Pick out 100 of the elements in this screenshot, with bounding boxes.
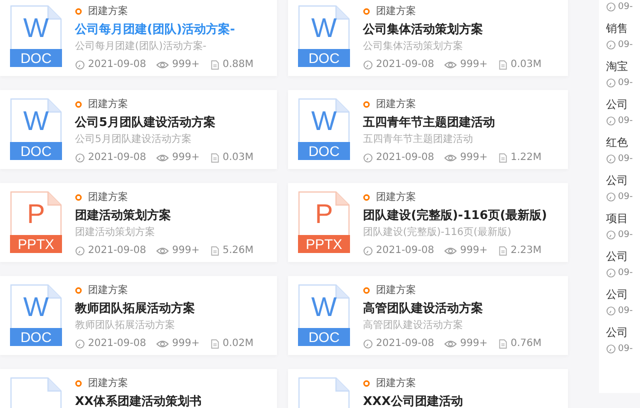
document-card[interactable]: P PPTX 团建方案 团队建设(完整版)-116页(最新版) 团队建设(完整版)-116页(最新版) 2021-09-08 999+ 2.23M [288,183,568,262]
ring-icon [363,380,370,386]
document-title[interactable]: 公司集体活动策划方案 [363,22,552,37]
eye-icon [156,246,170,256]
file-icon [210,338,220,348]
category-label[interactable]: 团建方案 [376,190,416,204]
ring-icon [75,194,82,200]
document-title[interactable]: 公司5月团队建设活动方案 [75,115,264,130]
document-card[interactable]: 团建方案 XXX公司团建活动 [288,369,568,408]
clock-icon [75,246,85,256]
file-type-letter: P [26,200,46,228]
file-icon [210,152,220,162]
ring-icon [363,8,370,14]
clock-icon [606,268,616,278]
document-title[interactable]: 高管团队建设活动方案 [363,301,552,316]
file-icon [498,152,508,162]
ring-icon [363,286,370,294]
date-text: 09- [618,78,633,88]
document-description: 教师团队拓展活动方案 [75,319,176,332]
category-label[interactable]: 团建方案 [376,97,416,111]
file-type-letter: W [23,293,49,321]
clock-icon [606,78,616,88]
category-label[interactable]: 团建方案 [376,376,416,390]
clock-icon [606,192,616,202]
document-card[interactable]: W DOC 团建方案 公司每月团建(团队)活动方案- 公司每月团建(团队)活动方案- 2021-09-08 999+ 0.88M [0,0,277,76]
file-type-letter: W [23,107,49,135]
document-card[interactable]: W DOC 团建方案 五四青年节主题团建活动 五四青年节主题团建活动 2021-09-08 999+ 1.22M [288,90,568,169]
document-card[interactable]: W DOC 团建方案 公司5月团队建设活动方案 公司5月团队建设活动方案 2021-09-08 999+ 0.03M [0,90,277,169]
file-type-letter: W [311,14,337,42]
document-description: 五四青年节主题团建活动 [363,133,474,146]
file-icon [210,246,220,256]
document-title[interactable]: 团队建设(完整版)-116页(最新版) [363,208,552,223]
category-label[interactable]: 团建方案 [88,97,128,111]
file-size: 0.02M [222,338,254,349]
category-label[interactable]: 团建方案 [88,4,128,18]
document-title[interactable]: XX体系团建活动策划书 [75,394,202,408]
view-count: 999+ [172,338,200,349]
category-label[interactable]: 团建方案 [88,283,128,297]
date-text: 2021-09-08 [376,245,434,256]
view-count: 999+ [172,245,200,256]
document-title[interactable]: 团建活动策划方案 [75,208,264,223]
clock-icon [363,60,373,70]
file-size: 0.03M [222,152,254,163]
article-title[interactable]: 公司 [606,250,640,263]
ring-icon [75,380,82,386]
category-label[interactable]: 团建方案 [376,283,416,297]
file-type-label: DOC [10,142,62,160]
document-description: 公司每月团建(团队)活动方案- [75,40,208,53]
clock-icon [606,116,616,126]
article-title[interactable]: 公司 [606,98,640,111]
clock-icon [75,60,85,70]
article-title[interactable]: 销售 [606,22,640,35]
file-type-label: PPTX [298,235,350,253]
article-title[interactable]: 公司 [606,174,640,187]
date-text: 2021-09-08 [88,338,146,349]
eye-icon [156,152,170,162]
document-card[interactable]: P PPTX 团建方案 团建活动策划方案 团建活动策划方案 2021-09-08 999+ 5.26M [0,183,277,262]
article-title[interactable]: 淘宝 [606,60,640,73]
document-card[interactable]: W DOC 团建方案 教师团队拓展活动方案 教师团队拓展活动方案 2021-09-08 999+ 0.02M [0,276,277,355]
article-title[interactable]: 公司 [606,288,640,301]
document-description: 团队建设(完整版)-116页(最新版) [363,226,512,239]
file-size: 1.22M [510,152,542,163]
file-type-label: DOC [298,328,350,346]
clock-icon [606,344,616,354]
document-card[interactable]: W DOC 团建方案 高管团队建设活动方案 高管团队建设活动方案 2021-09-08 999+ 0.76M [288,276,568,355]
document-description: 团建活动策划方案 [75,226,156,239]
clock-icon [363,338,373,348]
date-text: 09- [618,344,633,354]
eye-icon [444,152,458,162]
file-size: 0.88M [222,59,254,70]
date-text: 2021-09-08 [88,152,146,163]
ring-icon [75,286,82,294]
date-text: 09- [618,2,633,12]
date-text: 09- [618,192,633,202]
file-type-letter: W [311,293,337,321]
article-title[interactable]: 红色 [606,136,640,149]
file-size: 0.03M [510,59,542,70]
date-text: 2021-09-08 [376,59,434,70]
ring-icon [75,8,82,14]
document-title[interactable]: 教师团队拓展活动方案 [75,301,264,316]
article-title[interactable]: 公司 [606,326,640,339]
article-title[interactable]: 项目 [606,212,640,225]
file-size: 2.23M [510,245,542,256]
document-title[interactable]: 五四青年节主题团建活动 [363,115,552,130]
document-title[interactable]: XXX公司团建活动 [363,394,463,408]
category-label[interactable]: 团建方案 [88,190,128,204]
file-type-label: DOC [10,328,62,346]
clock-icon [606,230,616,240]
category-label[interactable]: 团建方案 [376,4,416,18]
category-label[interactable]: 团建方案 [88,376,128,390]
file-icon [498,60,508,70]
eye-icon [444,60,458,70]
document-card[interactable]: W DOC 团建方案 公司集体活动策划方案 公司集体活动策划方案 2021-09-08 999+ 0.03M [288,0,568,76]
date-text: 09- [618,268,633,278]
date-text: 2021-09-08 [88,245,146,256]
eye-icon [156,60,170,70]
document-card[interactable]: 团建方案 XX体系团建活动策划书 [0,369,277,408]
view-count: 999+ [172,152,200,163]
clock-icon [363,246,373,256]
date-text: 09- [618,40,633,50]
